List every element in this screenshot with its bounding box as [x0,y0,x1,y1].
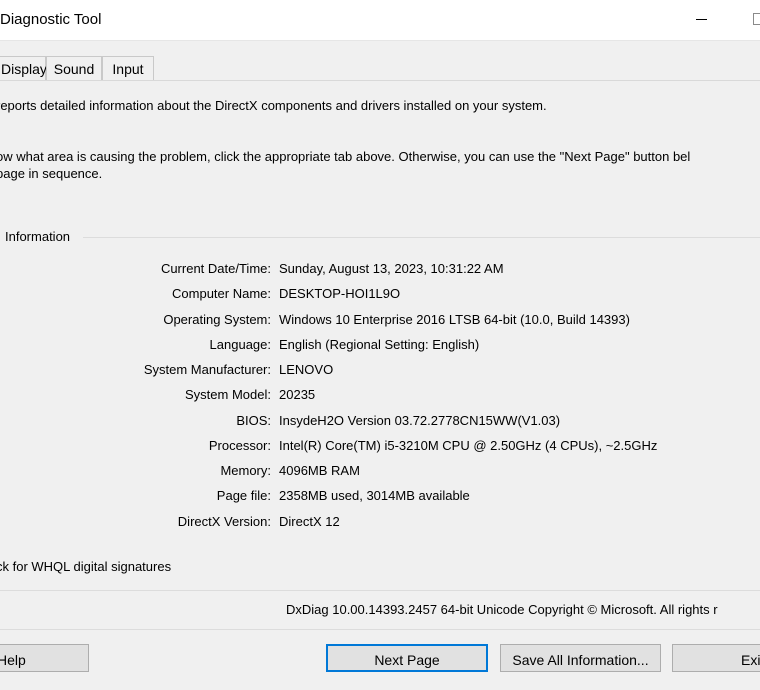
tab-sound[interactable]: Sound [46,56,102,80]
info-row-processor: Processor: Intel(R) Core(TM) i5-3210M CP… [0,438,760,456]
info-row-date-time: Current Date/Time: Sunday, August 13, 20… [0,261,760,279]
footer-divider [0,590,760,591]
maximize-icon[interactable] [753,13,760,25]
group-divider [83,237,760,238]
whql-checkbox-label[interactable]: ck for WHQL digital signatures [0,559,171,574]
info-value: DirectX 12 [279,514,340,529]
title-bar: Diagnostic Tool [0,0,760,41]
info-value: English (Regional Setting: English) [279,337,480,352]
info-value: InsydeH2O Version 03.72.2778CN15WW(V1.03… [279,413,561,428]
window-title: Diagnostic Tool [0,11,102,28]
info-row-page-file: Page file: 2358MB used, 3014MB available [0,488,760,506]
info-value: Sunday, August 13, 2023, 10:31:22 AM [279,261,504,276]
info-row-bios: BIOS: InsydeH2O Version 03.72.2778CN15WW… [0,413,760,431]
info-row-language: Language: English (Regional Setting: Eng… [0,337,760,355]
version-copyright-text: DxDiag 10.00.14393.2457 64-bit Unicode C… [286,602,718,617]
info-label: Processor: [208,438,271,453]
info-row-operating-system: Operating System: Windows 10 Enterprise … [0,312,760,330]
info-value: DESKTOP-HOI1L9O [279,286,401,301]
info-value: 2358MB used, 3014MB available [279,488,470,503]
info-value: 4096MB RAM [279,463,360,478]
info-label: Language: [209,337,271,352]
info-row-computer-name: Computer Name: DESKTOP-HOI1L9O [0,286,760,304]
info-label: Current Date/Time: [160,261,271,276]
info-value: Intel(R) Core(TM) i5-3210M CPU @ 2.50GHz… [279,438,658,453]
info-label: Page file: [216,488,271,503]
info-label: Memory: [220,463,271,478]
save-all-information-button[interactable]: Save All Information... [500,644,661,672]
info-row-directx-version: DirectX Version: DirectX 12 [0,514,760,532]
info-label: BIOS: [236,413,271,428]
intro-text: reports detailed information about the D… [0,98,547,113]
info-row-system-manufacturer: System Manufacturer: LENOVO [0,362,760,380]
button-bar-divider [0,629,760,630]
exit-button[interactable]: Exit [672,644,760,672]
info-label: System Model: [185,387,271,402]
system-information-group-title: Information [5,229,75,244]
tab-panel-border [0,80,760,81]
next-page-button[interactable]: Next Page [326,644,488,672]
info-value: LENOVO [279,362,334,377]
info-value: 20235 [279,387,316,402]
info-label: DirectX Version: [177,514,271,529]
tab-display[interactable]: Display [0,56,47,80]
help-text: ow what area is causing the problem, cli… [0,149,691,164]
minimize-icon[interactable] [696,19,707,20]
help-button[interactable]: Help [0,644,89,672]
info-label: Computer Name: [172,286,271,301]
info-row-memory: Memory: 4096MB RAM [0,463,760,481]
info-label: Operating System: [163,312,271,327]
info-label: System Manufacturer: [143,362,271,377]
info-value: Windows 10 Enterprise 2016 LTSB 64-bit (… [279,312,630,327]
help-text-continued: page in sequence. [0,166,103,181]
tab-input[interactable]: Input [102,56,154,80]
info-row-system-model: System Model: 20235 [0,387,760,405]
